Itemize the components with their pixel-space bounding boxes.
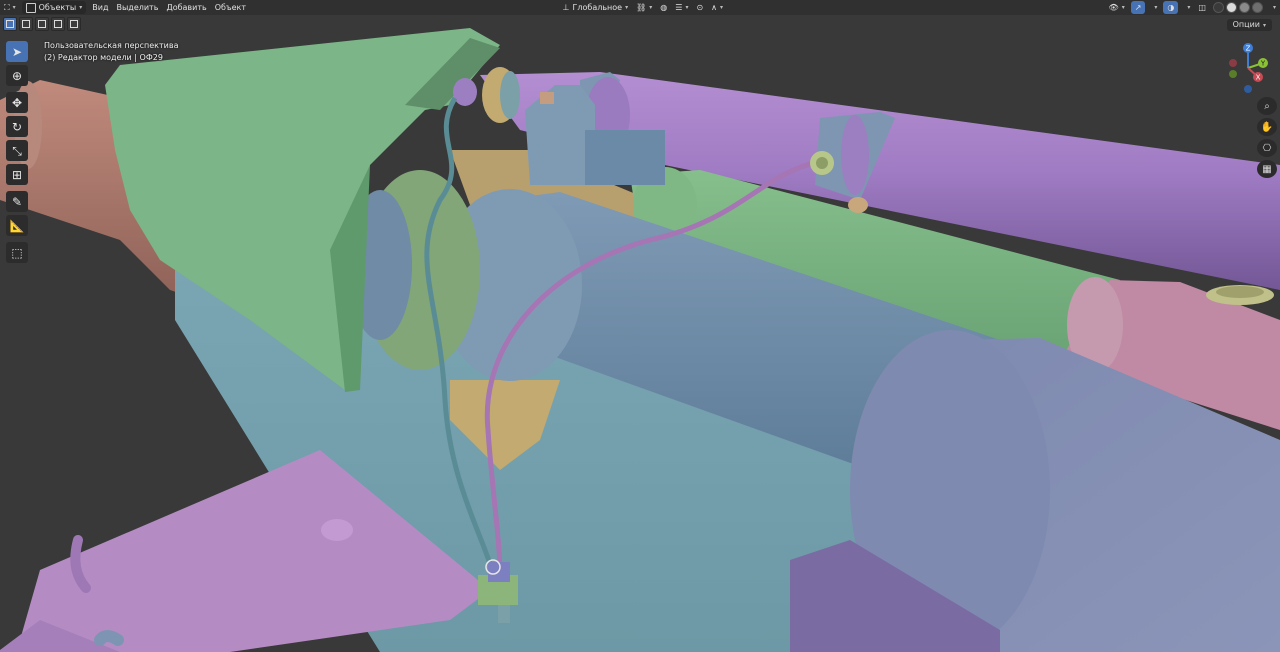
3d-scene (0, 28, 1280, 652)
wireframe-shading-icon[interactable] (1212, 2, 1224, 13)
chevron-down-icon: ▾ (1154, 4, 1158, 11)
navigation-gizmo[interactable]: Z Y X (1222, 40, 1276, 96)
falloff-dropdown[interactable]: ∧ ▾ (707, 1, 727, 14)
select-extend-button[interactable] (19, 17, 33, 31)
scale-icon: ⤡ (12, 143, 22, 158)
selection-mode-buttons (3, 17, 83, 32)
viewport-info: Пользовательская перспектива (2) Редакто… (44, 40, 179, 64)
rotate-icon: ↻ (11, 119, 23, 134)
perspective-label: Пользовательская перспектива (44, 41, 179, 50)
transform-orientation-dropdown[interactable]: ⊥ Глобальное ▾ (559, 1, 633, 14)
cursor-arrow-icon: ➤ (11, 44, 23, 59)
orientation-label: Глобальное (572, 3, 623, 12)
add-cube-icon: ⬚ (11, 245, 23, 260)
shading-dropdown[interactable]: ▾ (1266, 1, 1280, 14)
gizmo-toggle[interactable]: ↗ (1130, 1, 1146, 14)
gizmo-icon: ↗ (1134, 3, 1142, 12)
object-mode-icon (25, 2, 36, 13)
mode-dropdown[interactable]: Объекты ▾ (21, 1, 87, 14)
chevron-down-icon: ▾ (625, 4, 629, 11)
proportional-edit-icon: ⊙ (696, 3, 704, 12)
material-shading-icon[interactable] (1238, 2, 1250, 13)
transform-tool[interactable]: ⊞ (6, 164, 28, 185)
ortho-toggle-button[interactable]: ▦ (1257, 160, 1277, 178)
rendered-shading-icon[interactable] (1251, 2, 1263, 13)
add-cube-tool[interactable]: ⬚ (6, 242, 28, 263)
3d-viewport[interactable] (0, 0, 1280, 652)
pivot-point-button[interactable]: ⛓ ▾ (632, 1, 656, 14)
chevron-down-icon: ▾ (1187, 4, 1191, 11)
chevron-down-icon: ▾ (720, 4, 724, 11)
move-icon: ✥ (11, 95, 23, 110)
visibility-dropdown[interactable]: 👁 ▾ (1105, 1, 1129, 14)
menu-object[interactable]: Объект (211, 1, 250, 14)
rotate-tool[interactable]: ↻ (6, 116, 28, 137)
grid-icon: ▦ (1262, 163, 1272, 175)
select-intersect-button[interactable] (67, 17, 81, 31)
options-label: Опции (1232, 20, 1260, 29)
select-box-tool[interactable]: ➤ (6, 41, 28, 62)
z-axis-label: Z (1246, 45, 1251, 53)
chevron-down-icon: ▾ (1262, 22, 1266, 29)
camera-view-button[interactable]: ⎔ (1257, 139, 1277, 157)
hand-icon: ✋ (1260, 121, 1274, 133)
mode-label: Объекты (38, 3, 77, 12)
chevron-down-icon: ▾ (685, 4, 689, 11)
snap-grid-icon: ☰ (675, 3, 683, 12)
zoom-view-button[interactable]: ⌕ (1257, 97, 1277, 115)
link-icon: ⛓ (636, 3, 647, 12)
select-subtract-button[interactable] (35, 17, 49, 31)
overlays-dropdown[interactable]: ▾ (1180, 1, 1194, 14)
magnet-icon: ◍ (660, 3, 668, 12)
ruler-icon: 📐 (9, 218, 25, 233)
editor-type-icon: ⛶ (4, 2, 10, 12)
select-new-button[interactable] (3, 17, 17, 31)
shading-modes (1210, 1, 1266, 14)
chevron-down-icon: ▾ (79, 4, 83, 11)
crosshair-icon: ⊕ (11, 68, 23, 83)
neg-y-axis-handle[interactable] (1229, 70, 1237, 78)
snap-options[interactable]: ☰ ▾ (671, 1, 692, 14)
chevron-down-icon: ▾ (649, 4, 653, 11)
overlays-icon: ◑ (1167, 3, 1175, 12)
measure-tool[interactable]: 📐 (6, 215, 28, 236)
viewport-header: ⛶ ▾ Объекты ▾ Вид Выделить Добавить Объек… (0, 0, 1280, 15)
annotate-tool[interactable]: ✎ (6, 191, 28, 212)
pan-view-button[interactable]: ✋ (1257, 118, 1277, 136)
tool-shelf: ➤ ⊕ ✥ ↻ ⤡ ⊞ ✎ 📐 ⬚ (6, 41, 30, 266)
chevron-down-icon: ▾ (12, 4, 16, 11)
zoom-icon: ⌕ (1264, 100, 1270, 112)
active-object-label: (2) Редактор модели | ОФ29 (44, 53, 163, 62)
overlays-toggle[interactable]: ◑ (1163, 1, 1179, 14)
xray-toggle[interactable]: ◫ (1194, 1, 1210, 14)
neg-x-axis-handle[interactable] (1229, 59, 1237, 67)
proportional-edit-toggle[interactable]: ⊙ (692, 1, 707, 14)
eye-icon: 👁 (1108, 3, 1119, 12)
menu-view[interactable]: Вид (88, 1, 112, 14)
y-axis-label: Y (1260, 60, 1266, 68)
orientation-icon: ⊥ (562, 3, 570, 12)
chevron-down-icon: ▾ (1121, 4, 1125, 11)
cursor-tool[interactable]: ⊕ (6, 65, 28, 86)
options-dropdown[interactable]: Опции ▾ (1226, 19, 1272, 31)
editor-type-button[interactable]: ⛶ ▾ (0, 1, 20, 14)
scale-tool[interactable]: ⤡ (6, 140, 28, 161)
move-tool[interactable]: ✥ (6, 92, 28, 113)
solid-shading-icon[interactable] (1225, 2, 1237, 13)
chevron-down-icon: ▾ (1272, 4, 1276, 11)
pencil-icon: ✎ (11, 194, 23, 209)
transform-icon: ⊞ (11, 167, 23, 182)
xray-icon: ◫ (1198, 3, 1206, 12)
falloff-icon: ∧ (711, 3, 718, 12)
menu-select[interactable]: Выделить (112, 1, 162, 14)
neg-z-axis-handle[interactable] (1244, 85, 1252, 93)
gizmo-dropdown[interactable]: ▾ (1147, 1, 1161, 14)
camera-icon: ⎔ (1262, 142, 1272, 154)
snap-toggle[interactable]: ◍ (656, 1, 671, 14)
x-axis-label: X (1256, 74, 1261, 82)
select-difference-button[interactable] (51, 17, 65, 31)
menu-add[interactable]: Добавить (162, 1, 210, 14)
